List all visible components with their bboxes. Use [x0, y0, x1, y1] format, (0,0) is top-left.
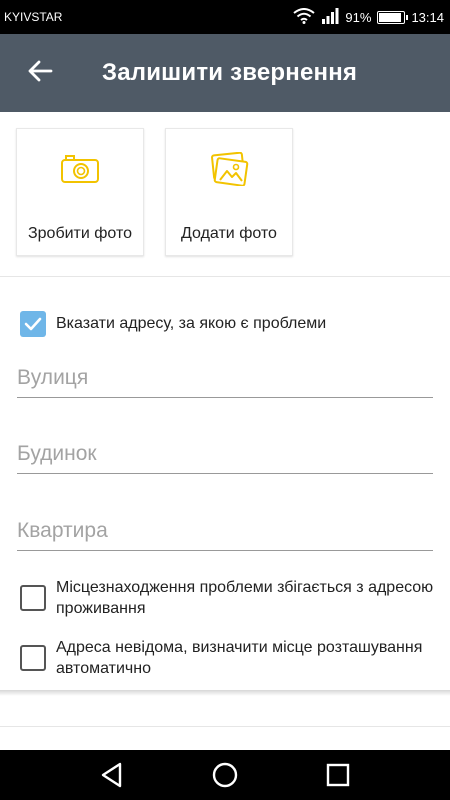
- building-input[interactable]: [17, 430, 433, 470]
- take-photo-button[interactable]: Зробити фото: [16, 128, 144, 256]
- section-divider: [0, 276, 450, 277]
- arrow-back-icon: [27, 59, 53, 88]
- photo-gallery-icon: [209, 151, 249, 187]
- add-photo-button[interactable]: Додати фото: [165, 128, 293, 256]
- same-as-residence-label: Місцезнаходження проблеми збігається з а…: [56, 579, 434, 617]
- card-bottom-shadow: [0, 690, 450, 696]
- battery-percent: 91%: [345, 9, 372, 25]
- auto-location-row[interactable]: Адреса невідома, визначити місце розташу…: [20, 637, 436, 679]
- app-bar: Залишити звернення: [0, 34, 450, 112]
- signal-icon: [321, 7, 339, 27]
- take-photo-label: Зробити фото: [27, 225, 133, 242]
- battery-level-fill: [379, 12, 402, 22]
- status-bar: KYIVSTAR 91% 13:14: [0, 0, 450, 34]
- back-triangle-icon: [101, 762, 121, 788]
- checkmark-icon: [24, 317, 42, 331]
- auto-location-checkbox[interactable]: [20, 645, 46, 671]
- add-photo-label: Додати фото: [181, 225, 277, 242]
- nav-recents-button[interactable]: [318, 755, 358, 795]
- camera-icon: [60, 151, 100, 187]
- wifi-icon: [293, 7, 316, 27]
- recents-square-icon: [327, 763, 350, 787]
- carrier-label: KYIVSTAR: [4, 10, 63, 24]
- nav-back-button[interactable]: [92, 755, 132, 795]
- nav-home-button[interactable]: [205, 755, 245, 795]
- apartment-field[interactable]: [17, 507, 433, 551]
- same-as-residence-row[interactable]: Місцезнаходження проблеми збігається з а…: [20, 577, 436, 619]
- home-circle-icon: [212, 762, 238, 788]
- battery-icon: [377, 10, 409, 24]
- photo-actions: Зробити фото Додати фото: [16, 128, 293, 256]
- street-input[interactable]: [17, 354, 433, 394]
- apartment-input[interactable]: [17, 507, 433, 547]
- bottom-divider: [0, 726, 450, 727]
- street-field[interactable]: [17, 354, 433, 398]
- building-field[interactable]: [17, 430, 433, 474]
- specify-address-checkbox[interactable]: [20, 311, 46, 337]
- same-as-residence-checkbox[interactable]: [20, 585, 46, 611]
- back-button[interactable]: [0, 34, 80, 112]
- system-nav-bar: [0, 750, 450, 800]
- specify-address-label: Вказати адресу, за якою є проблеми: [56, 315, 327, 332]
- page-title: Залишити звернення: [102, 59, 358, 86]
- auto-location-label: Адреса невідома, визначити місце розташу…: [56, 639, 423, 677]
- clock: 13:14: [411, 9, 444, 25]
- specify-address-row[interactable]: Вказати адресу, за якою є проблеми: [20, 311, 326, 337]
